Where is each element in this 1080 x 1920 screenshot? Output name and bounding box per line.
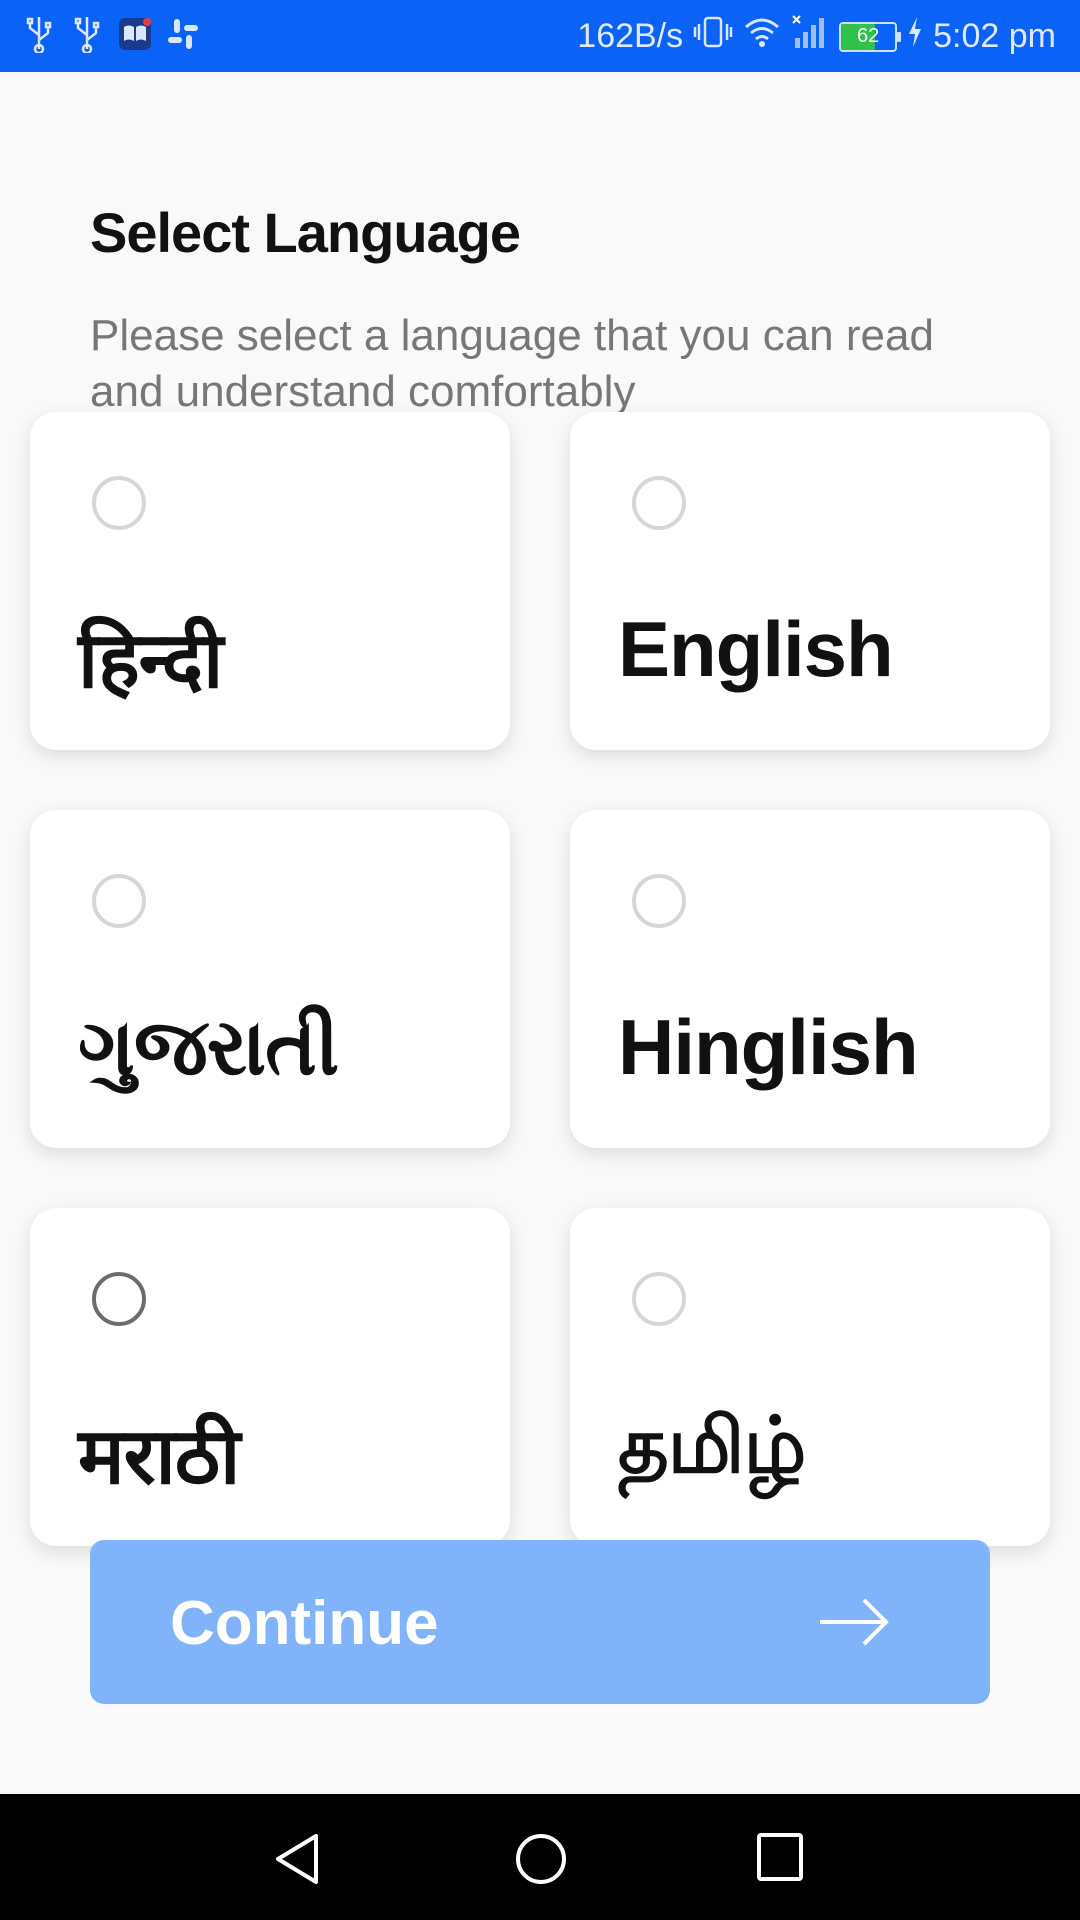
language-option-gujarati[interactable]: ગુજરાતી <box>30 810 510 1148</box>
language-grid: हिन्दी English ગુજરાતી Hinglish मराठी தம… <box>30 412 1050 1547</box>
home-icon[interactable] <box>514 1832 568 1891</box>
status-bar: 162B/s 62 5:02 pm <box>0 0 1080 72</box>
language-option-hindi[interactable]: हिन्दी <box>30 412 510 750</box>
language-label: தமிழ் <box>618 1401 806 1489</box>
language-option-english[interactable]: English <box>570 412 1050 750</box>
signal-icon <box>791 14 829 59</box>
battery-icon: 62 <box>839 21 902 52</box>
slack-icon <box>166 14 200 54</box>
usb-icon <box>70 14 104 54</box>
network-speed: 162B/s <box>577 17 684 55</box>
back-icon[interactable] <box>272 1832 322 1891</box>
language-label: हिन्दी <box>78 616 223 704</box>
language-option-marathi[interactable]: मराठी <box>30 1208 510 1546</box>
charging-icon <box>907 16 923 57</box>
vibrate-icon <box>693 15 733 58</box>
usb-icon <box>22 14 56 54</box>
system-indicators: 162B/s 62 5:02 pm <box>577 14 1056 59</box>
radio-button[interactable] <box>632 874 686 928</box>
continue-label: Continue <box>170 1589 439 1658</box>
recents-icon[interactable] <box>756 1832 804 1887</box>
language-label: English <box>618 605 894 693</box>
continue-button[interactable]: Continue <box>90 1540 990 1704</box>
navigation-bar <box>0 1794 1080 1920</box>
radio-button[interactable] <box>632 476 686 530</box>
page-title: Select Language <box>90 201 521 264</box>
arrow-right-icon <box>818 1592 890 1657</box>
clock: 5:02 pm <box>933 17 1056 55</box>
radio-button[interactable] <box>92 476 146 530</box>
radio-button[interactable] <box>92 1272 146 1326</box>
battery-level: 62 <box>857 25 880 47</box>
radio-button[interactable] <box>92 874 146 928</box>
language-label: मराठी <box>78 1412 240 1500</box>
notification-icons <box>22 14 200 54</box>
book-app-icon <box>118 14 152 54</box>
page-subtitle: Please select a language that you can re… <box>90 311 934 414</box>
language-label: Hinglish <box>618 1003 919 1091</box>
language-option-hinglish[interactable]: Hinglish <box>570 810 1050 1148</box>
language-option-tamil[interactable]: தமிழ் <box>570 1208 1050 1546</box>
radio-button[interactable] <box>632 1272 686 1326</box>
language-label: ગુજરાતી <box>78 1003 339 1091</box>
wifi-icon <box>743 15 781 58</box>
